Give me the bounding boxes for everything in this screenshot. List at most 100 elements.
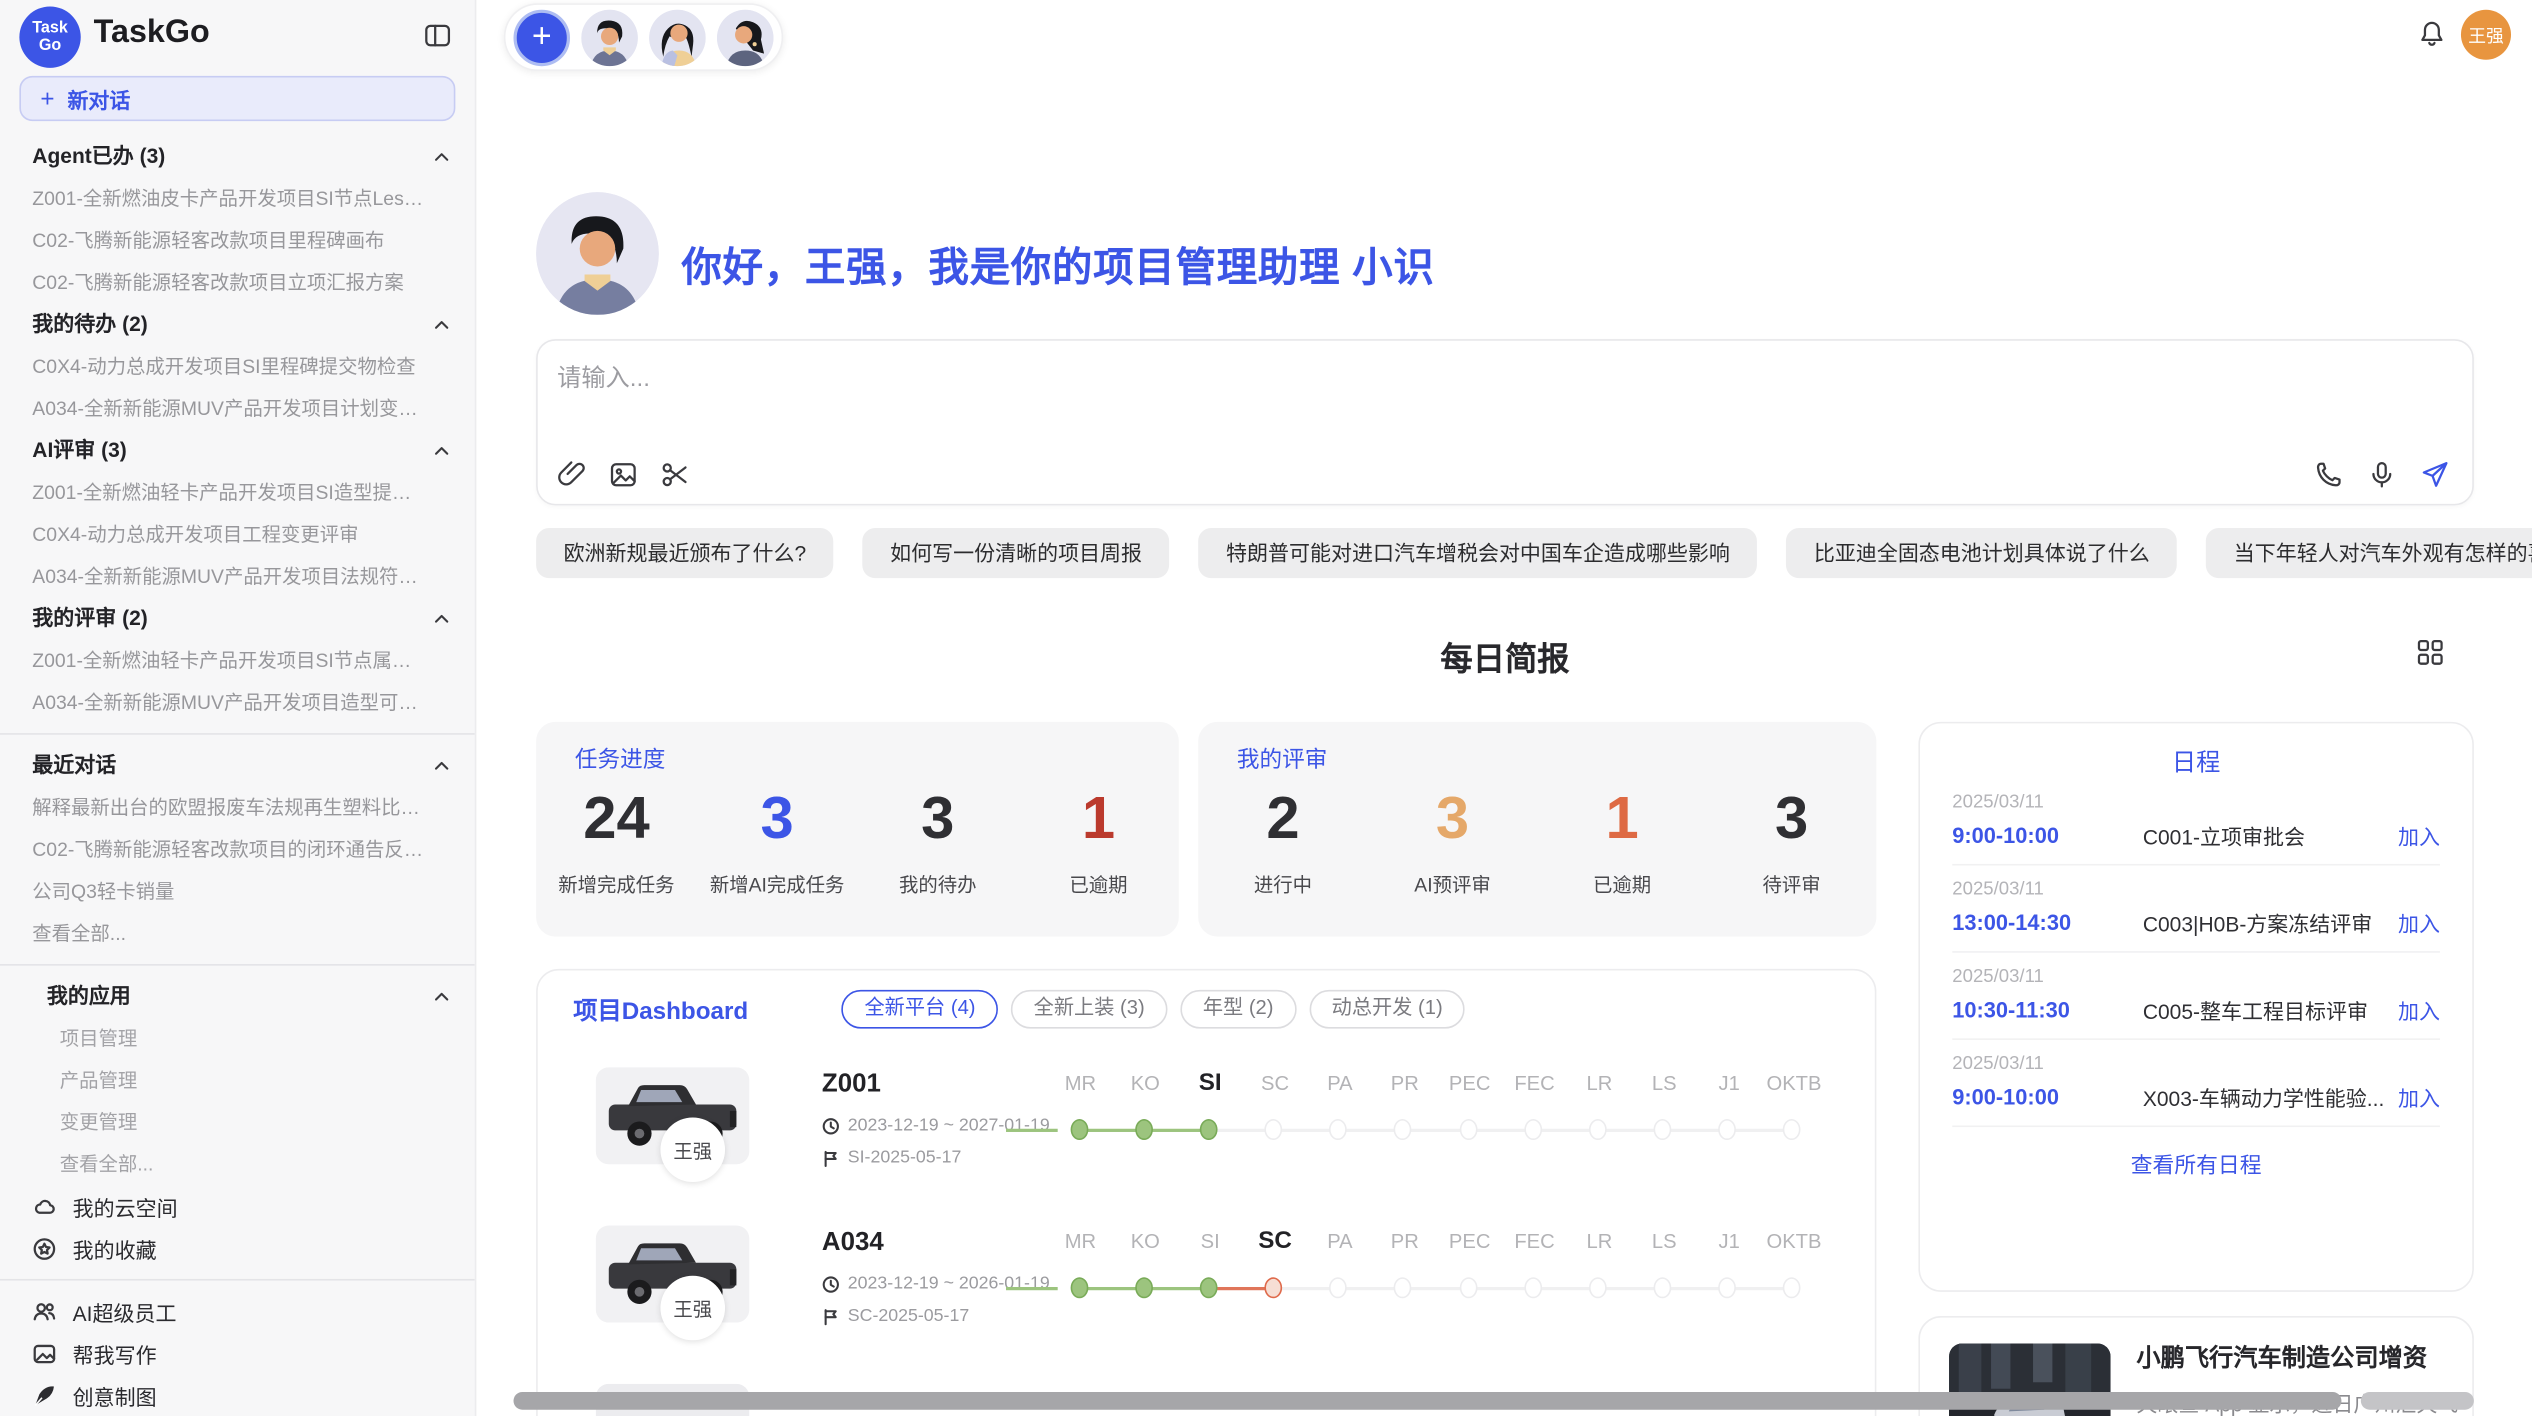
milestone-MR: MR — [1048, 1229, 1113, 1313]
sidebar-conversation-item[interactable]: C02-飞腾新能源轻客改款项目里程碑画布 — [0, 220, 475, 262]
send-icon[interactable] — [2421, 460, 2450, 489]
suggestion-chip[interactable]: 比亚迪全固态电池计划具体说了什么 — [1786, 528, 2177, 578]
view-all-schedule-link[interactable]: 查看所有日程 — [1920, 1147, 2472, 1179]
sidebar-app-item[interactable]: 查看全部... — [0, 1143, 475, 1185]
suggestion-chip[interactable]: 当下年轻人对汽车外观有怎样的喜好趋势 — [2206, 528, 2532, 578]
dashboard-tab[interactable]: 全新平台 (4) — [842, 990, 998, 1029]
sidebar-item-star-circle[interactable]: 我的收藏 — [0, 1227, 475, 1269]
schedule-event: 2025/03/1110:30-11:30C005-整车工程目标评审加入 — [1952, 953, 2440, 1040]
section-label: AI评审 (3) — [32, 438, 126, 462]
photo-icon — [32, 1341, 56, 1365]
sidebar-item-my-apps[interactable]: 我的应用 — [0, 975, 475, 1017]
mic-icon[interactable] — [2367, 460, 2396, 489]
join-button[interactable]: 加入 — [2398, 908, 2440, 939]
sidebar-conversation-item[interactable]: C02-飞腾新能源轻客改款项目的闭环通告反馈情况 — [0, 828, 475, 870]
card-title: 任务进度 — [575, 743, 665, 775]
clock-icon — [822, 1275, 840, 1293]
chevron-up-icon — [433, 149, 451, 167]
horizontal-scrollbar[interactable] — [514, 1392, 2342, 1410]
sidebar-section-0[interactable]: Agent已办 (3) — [0, 136, 475, 178]
join-button[interactable]: 加入 — [2398, 820, 2440, 851]
sidebar-conversation-item[interactable]: C02-飞腾新能源轻客改款项目立项汇报方案 — [0, 262, 475, 304]
divider — [0, 964, 475, 966]
milestone-dot — [1589, 1277, 1607, 1298]
milestone-dot — [1070, 1277, 1088, 1298]
chevron-up-icon — [433, 988, 451, 1006]
join-button[interactable]: 加入 — [2398, 1082, 2440, 1113]
milestone-dot — [1200, 1119, 1218, 1140]
briefing-layout-icon[interactable] — [2416, 638, 2445, 667]
agent-avatar-1[interactable] — [581, 9, 638, 66]
milestone-dot — [1394, 1277, 1412, 1298]
milestone-FEC: FEC — [1502, 1229, 1567, 1313]
milestone-label: KO — [1113, 1229, 1178, 1255]
project-row-Z001[interactable]: 王强Z0012023-12-19 ~ 2027-01-19SI-2025-05-… — [538, 1064, 1875, 1213]
sidebar-conversation-item[interactable]: Z001-全新燃油轻卡产品开发项目SI节点属性5D文件评审 — [0, 639, 475, 681]
chat-input[interactable] — [554, 363, 2014, 394]
milestone-dot — [1524, 1119, 1542, 1140]
milestone-dot — [1394, 1119, 1412, 1140]
suggestion-chip[interactable]: 如何写一份清晰的项目周报 — [863, 528, 1170, 578]
milestone-PA: PA — [1307, 1071, 1372, 1155]
assistant-avatar — [536, 192, 659, 315]
stat: 3新增AI完成任务 — [697, 783, 858, 898]
suggestion-chip[interactable]: 欧洲新规最近颁布了什么? — [536, 528, 834, 578]
milestone-LR: LR — [1567, 1229, 1632, 1313]
project-owner-badge: 王强 — [660, 1117, 725, 1182]
sidebar-app-item[interactable]: 产品管理 — [0, 1059, 475, 1101]
stat-label: 新增AI完成任务 — [697, 870, 858, 897]
sidebar: Task Go TaskGo + 新对话 Agent已办 (3)Z001-全新燃… — [0, 0, 476, 1416]
add-agent-button[interactable]: + — [514, 9, 571, 66]
sidebar-conversation-item[interactable]: 查看全部... — [0, 912, 475, 954]
milestone-LS: LS — [1632, 1229, 1697, 1313]
milestone-label: LR — [1567, 1229, 1632, 1255]
sidebar-conversation-item[interactable]: 公司Q3轻卡销量 — [0, 870, 475, 912]
sidebar-tool-photo[interactable]: 帮我写作 — [0, 1332, 475, 1374]
sidebar-section-1[interactable]: 我的待办 (2) — [0, 304, 475, 346]
phone-icon[interactable] — [2314, 460, 2343, 489]
dashboard-tab[interactable]: 全新上装 (3) — [1011, 990, 1167, 1029]
stat-label: 已逾期 — [1537, 870, 1707, 897]
sidebar-conversation-item[interactable]: Z001-全新燃油轻卡产品开发项目SI造型提交物评审 — [0, 472, 475, 514]
suggestion-chip[interactable]: 特朗普可能对进口汽车增税会对中国车企造成哪些影响 — [1199, 528, 1758, 578]
sidebar-section-3[interactable]: 我的评审 (2) — [0, 597, 475, 639]
milestone-SI: SI — [1178, 1071, 1243, 1155]
notification-bell-icon[interactable] — [2417, 19, 2446, 50]
stat-label: 进行中 — [1198, 870, 1368, 897]
milestone-SC: SC — [1243, 1071, 1308, 1155]
scissors-icon[interactable] — [660, 460, 689, 489]
sidebar-tool-pen[interactable]: 创意制图 — [0, 1374, 475, 1416]
section-label: 最近对话 — [32, 752, 116, 776]
user-avatar[interactable]: 王强 — [2461, 10, 2511, 60]
join-button[interactable]: 加入 — [2398, 995, 2440, 1026]
new-chat-button[interactable]: + 新对话 — [19, 76, 455, 121]
sidebar-app-item[interactable]: 变更管理 — [0, 1101, 475, 1143]
sidebar-conversation-item[interactable]: A034-全新新能源MUV产品开发项目法规符合性评审 — [0, 555, 475, 597]
milestone-label: PEC — [1437, 1229, 1502, 1255]
milestone-LR: LR — [1567, 1071, 1632, 1155]
sidebar-conversation-item[interactable]: 解释最新出台的欧盟报废车法规再生塑料比例被调至15%... — [0, 786, 475, 828]
agent-avatar-2[interactable] — [649, 9, 706, 66]
image-icon[interactable] — [609, 460, 638, 489]
milestone-OKTB: OKTB — [1762, 1071, 1827, 1155]
agent-avatar-3[interactable] — [717, 9, 774, 66]
project-row-A034[interactable]: 王强A0342023-12-19 ~ 2026-01-19SC-2025-05-… — [538, 1222, 1875, 1371]
collapse-sidebar-icon[interactable] — [423, 21, 452, 50]
dashboard-tab[interactable]: 年型 (2) — [1180, 990, 1296, 1029]
sidebar-conversation-item[interactable]: Z001-全新燃油皮卡产品开发项目SI节点Lesson Learn报告 — [0, 178, 475, 220]
horizontal-scrollbar-secondary[interactable] — [2361, 1392, 2474, 1410]
sidebar-conversation-item[interactable]: A034-全新新能源MUV产品开发项目计划变更表编写 — [0, 388, 475, 430]
sidebar-conversation-item[interactable]: A034-全新新能源MUV产品开发项目造型可行性评审 — [0, 681, 475, 723]
sidebar-tool-people[interactable]: AI超级员工 — [0, 1290, 475, 1332]
star-circle-icon — [32, 1236, 56, 1260]
stat-label: 已逾期 — [1018, 870, 1179, 897]
sidebar-section-2[interactable]: AI评审 (3) — [0, 430, 475, 472]
tool-label: 创意制图 — [73, 1380, 157, 1411]
sidebar-section-recent[interactable]: 最近对话 — [0, 744, 475, 786]
sidebar-conversation-item[interactable]: C0X4-动力总成开发项目工程变更评审 — [0, 514, 475, 556]
sidebar-item-cloud[interactable]: 我的云空间 — [0, 1185, 475, 1227]
sidebar-conversation-item[interactable]: C0X4-动力总成开发项目SI里程碑提交物检查 — [0, 346, 475, 388]
dashboard-tab[interactable]: 动总开发 (1) — [1309, 990, 1465, 1029]
sidebar-app-item[interactable]: 项目管理 — [0, 1017, 475, 1059]
paperclip-icon[interactable] — [557, 460, 586, 489]
